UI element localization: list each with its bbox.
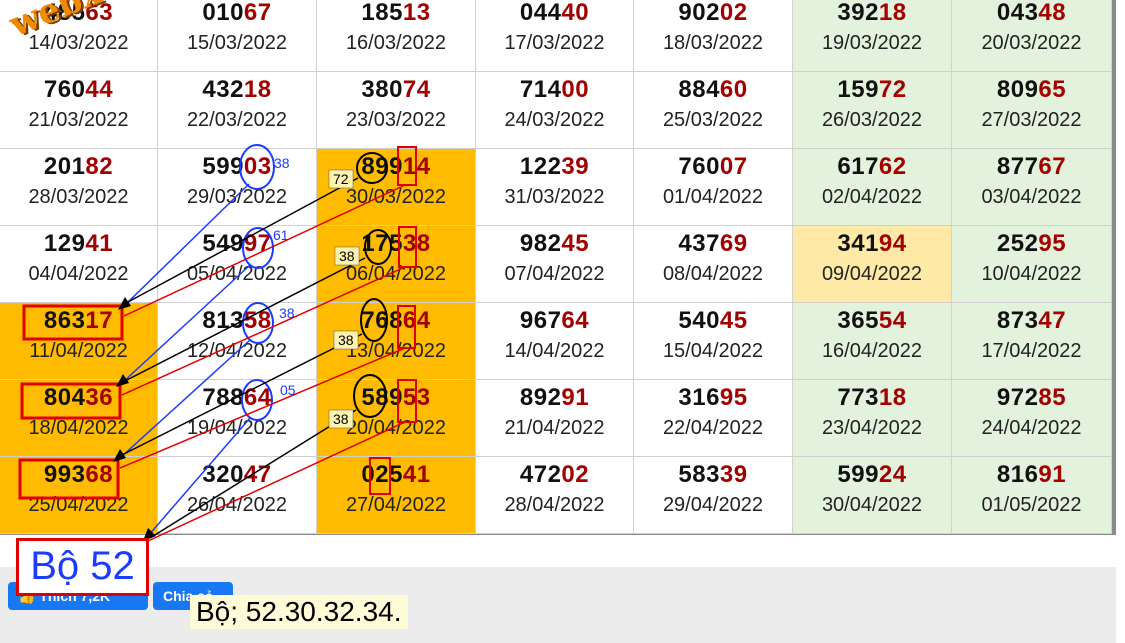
tag-annotation: 38	[338, 332, 354, 348]
black-line	[122, 257, 366, 383]
black-line	[127, 177, 359, 303]
black-circle	[356, 152, 388, 184]
red-line	[119, 347, 406, 469]
black-circle	[353, 374, 387, 418]
red-box	[397, 146, 417, 186]
bo-label: Bộ 52	[16, 538, 149, 596]
blue-circle	[239, 144, 275, 190]
tag-annotation: 38	[339, 248, 355, 264]
red-box	[398, 226, 417, 268]
blue-annotation: 61	[273, 227, 289, 243]
blue-annotation: 05	[280, 382, 296, 398]
red-box	[397, 379, 417, 423]
red-box	[22, 304, 124, 341]
blue-annotation: 38	[279, 305, 295, 321]
blue-circle	[242, 302, 274, 344]
annotation-overlay: 38 61 38 05 72 38 38 38	[18, 144, 417, 542]
red-box	[369, 457, 391, 495]
tag-annotation: 72	[333, 171, 349, 187]
red-line	[123, 184, 406, 317]
arrow-head	[118, 297, 131, 310]
red-box	[20, 382, 122, 420]
arrow-head	[116, 374, 129, 387]
blue-annotation: 38	[274, 155, 290, 171]
red-box	[18, 458, 120, 500]
tag-annotation: 38	[333, 411, 349, 427]
black-circle	[364, 229, 392, 265]
black-line	[149, 409, 357, 539]
summary-text: Bộ; 52.30.32.34.	[190, 595, 408, 629]
red-box	[397, 305, 416, 349]
blue-line	[147, 417, 251, 537]
black-circle	[360, 298, 388, 342]
